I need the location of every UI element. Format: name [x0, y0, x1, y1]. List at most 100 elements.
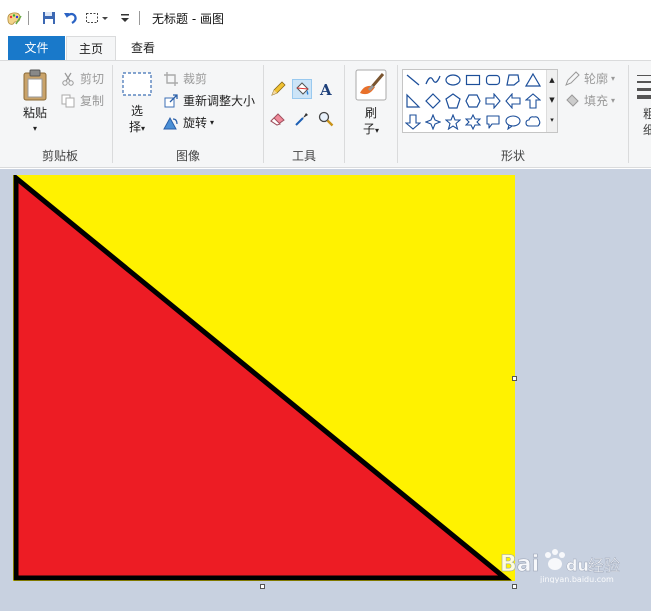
chevron-down-icon[interactable]: [101, 10, 109, 26]
polygon-shape-icon[interactable]: [503, 70, 523, 90]
watermark-suffix: 经验: [588, 556, 620, 575]
rounded-callout-shape-icon[interactable]: [483, 112, 503, 132]
chevron-up-icon[interactable]: ▲: [547, 70, 557, 90]
cloud-callout-shape-icon[interactable]: [523, 112, 543, 132]
crop-button[interactable]: 裁剪: [163, 70, 207, 87]
resize-icon: [163, 93, 179, 109]
size-label-line1: 粗: [643, 107, 651, 121]
fill-label: 填充: [584, 94, 609, 108]
rotate-icon: [163, 115, 179, 131]
svg-text:A: A: [319, 81, 332, 97]
clipboard-group: 粘贴 ▾ 剪切 复制 剪贴板: [8, 61, 112, 167]
drawing-canvas[interactable]: [13, 175, 515, 581]
right-arrow-shape-icon[interactable]: [483, 91, 503, 111]
image-group: 选 择▾ 裁剪 重新调整大小 旋转 ▾ 图像: [113, 61, 263, 167]
copy-button[interactable]: 复制: [60, 92, 104, 109]
brushes-button[interactable]: 刷 子▾: [351, 69, 391, 139]
select-label-line2: 择: [128, 120, 141, 134]
fill-bucket-icon[interactable]: [292, 79, 312, 99]
six-point-star-shape-icon[interactable]: [463, 112, 483, 132]
cut-label: 剪切: [80, 72, 105, 86]
brushes-label-line1: 刷: [364, 106, 377, 120]
tools-group-label: 工具: [291, 149, 316, 163]
size-label-line2: 细: [643, 123, 651, 137]
chevron-down-icon[interactable]: ▼: [547, 90, 557, 110]
copy-icon: [60, 93, 76, 109]
fill-icon: [564, 93, 580, 109]
title-bar: 无标题 - 画图: [0, 0, 651, 36]
pentagon-shape-icon[interactable]: [443, 91, 463, 111]
color-picker-icon[interactable]: [292, 109, 312, 129]
pencil-icon[interactable]: [268, 79, 288, 99]
clipboard-icon: [14, 69, 56, 105]
chevron-down-icon: ▾: [611, 96, 616, 105]
watermark-brand: Bai: [500, 552, 539, 577]
chevron-down-icon: ▾: [32, 124, 37, 133]
text-icon[interactable]: A: [316, 79, 336, 99]
customize-toolbar-icon[interactable]: [117, 10, 133, 26]
left-arrow-shape-icon[interactable]: [503, 91, 523, 111]
resize-handle-right[interactable]: [512, 376, 517, 381]
watermark-url: jingyan.baidu.com: [539, 575, 614, 583]
tab-view[interactable]: 查看: [118, 36, 168, 60]
shapes-gallery: ▲ ▼ ▾: [402, 69, 558, 133]
save-icon[interactable]: [41, 10, 57, 26]
cut-button[interactable]: 剪切: [60, 70, 104, 87]
select-button[interactable]: 选 择▾: [119, 69, 155, 137]
line-shape-icon[interactable]: [403, 70, 423, 90]
crop-label: 裁剪: [183, 72, 208, 86]
eraser-icon[interactable]: [268, 109, 288, 129]
right-triangle-shape-icon[interactable]: [403, 91, 423, 111]
window-title: 无标题 - 画图: [152, 11, 224, 26]
diamond-shape-icon[interactable]: [423, 91, 443, 111]
tab-home[interactable]: 主页: [66, 36, 116, 60]
brushes-group: 刷 子▾: [345, 61, 397, 167]
magnifier-icon[interactable]: [316, 109, 336, 129]
outline-icon: [564, 70, 580, 87]
oval-shape-icon[interactable]: [443, 70, 463, 90]
curve-shape-icon[interactable]: [423, 70, 443, 90]
size-group: 粗 细: [629, 61, 651, 167]
resize-button[interactable]: 重新调整大小: [163, 92, 255, 109]
outline-button[interactable]: 轮廓 ▾: [564, 70, 615, 87]
four-point-star-shape-icon[interactable]: [423, 112, 443, 132]
separator: [139, 11, 140, 25]
rectangle-shape-icon[interactable]: [463, 70, 483, 90]
brushes-label-line2: 子: [362, 122, 375, 136]
ribbon-tabs: 文件 主页 查看: [0, 36, 651, 60]
select-label-line1: 选: [130, 104, 143, 118]
triangle-shape-icon[interactable]: [523, 70, 543, 90]
five-point-star-shape-icon[interactable]: [443, 112, 463, 132]
shapes-scrollbar[interactable]: ▲ ▼ ▾: [546, 70, 557, 132]
resize-label: 重新调整大小: [183, 94, 256, 108]
paste-label: 粘贴: [22, 106, 47, 120]
select-dropdown-icon[interactable]: [85, 10, 101, 26]
tools-group: A 工具: [264, 61, 344, 167]
watermark-brand2: du: [566, 556, 589, 575]
paint-app-icon[interactable]: [6, 10, 22, 26]
copy-label: 复制: [80, 94, 105, 108]
oval-callout-shape-icon[interactable]: [503, 112, 523, 132]
resize-handle-bottom[interactable]: [260, 584, 265, 589]
down-arrow-shape-icon[interactable]: [403, 112, 423, 132]
clipboard-group-label: 剪贴板: [41, 149, 78, 163]
tab-file[interactable]: 文件: [8, 36, 65, 60]
ribbon: 粘贴 ▾ 剪切 复制 剪贴板 选 择▾ 裁剪 重新调整大小 旋转 ▾ 图像 A …: [0, 60, 651, 168]
resize-handle-corner[interactable]: [512, 584, 517, 589]
chevron-down-icon: ▾: [375, 126, 380, 135]
undo-icon[interactable]: [63, 10, 79, 26]
fill-button[interactable]: 填充 ▾: [564, 92, 615, 109]
quick-access-toolbar: [0, 0, 146, 36]
rounded-rectangle-shape-icon[interactable]: [483, 70, 503, 90]
paste-button[interactable]: 粘贴 ▾: [14, 69, 56, 137]
separator: [28, 11, 29, 25]
shapes-group-label: 形状: [500, 149, 525, 163]
scissors-icon: [60, 71, 76, 87]
chevron-down-icon: ▾: [210, 118, 215, 127]
up-arrow-shape-icon[interactable]: [523, 91, 543, 111]
expand-gallery-icon[interactable]: ▾: [547, 110, 557, 130]
size-lines-icon[interactable]: [637, 73, 651, 102]
hexagon-shape-icon[interactable]: [463, 91, 483, 111]
rotate-button[interactable]: 旋转 ▾: [163, 114, 214, 131]
selection-rect-icon: [121, 69, 153, 103]
